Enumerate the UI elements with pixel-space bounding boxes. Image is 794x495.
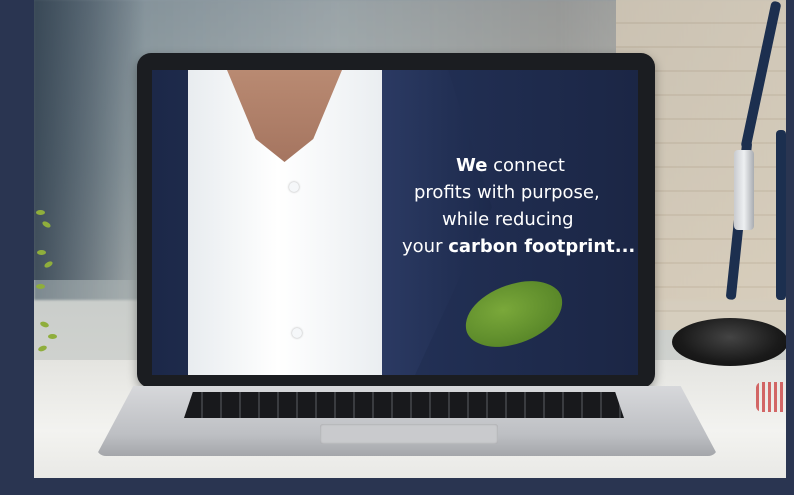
headline-line-1: We connect [456, 155, 565, 176]
laptop-trackpad [320, 424, 498, 444]
background-shadow [34, 0, 144, 280]
headline-line-2: profits with purpose, [414, 182, 600, 203]
image-frame: We connect profits with purpose, while r… [0, 0, 794, 495]
photo: We connect profits with purpose, while r… [34, 0, 786, 478]
headline: We connect profits with purpose, while r… [364, 152, 636, 260]
headline-line-3: while reducing [442, 209, 574, 230]
laptop-keyboard [184, 392, 624, 418]
notebook [756, 382, 786, 412]
headline-line-4: your carbon footprint... [402, 236, 636, 257]
shirt-button [292, 328, 302, 338]
shirt-button [289, 182, 299, 192]
laptop-screen: We connect profits with purpose, while r… [152, 70, 638, 375]
